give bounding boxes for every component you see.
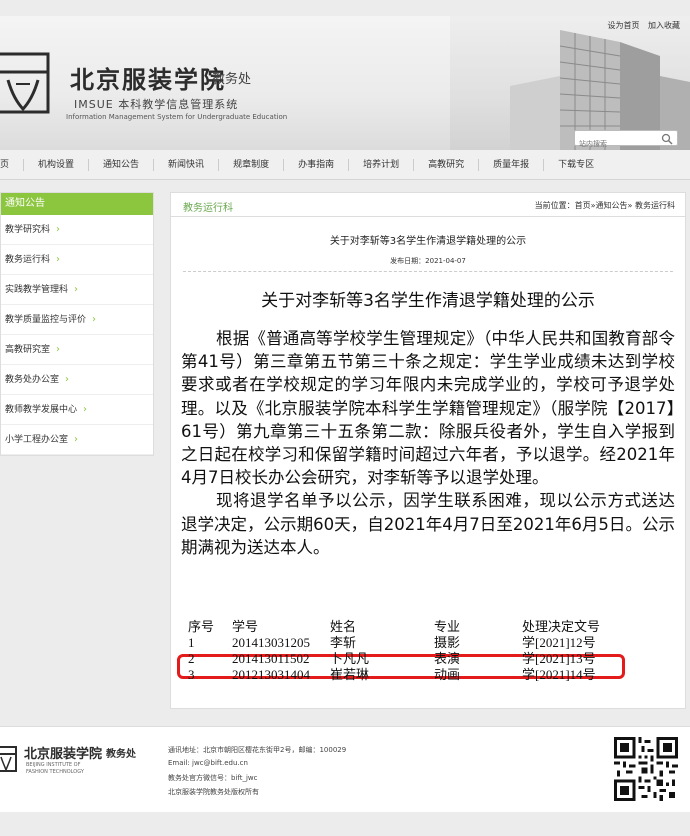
sidebar-item-practice[interactable]: 实践教学管理科 › [1, 275, 153, 305]
body-paragraph: 现将退学名单予以公示，因学生联系困难，现以公示方式送达退学决定，公示期60天，自… [181, 491, 675, 557]
chevron-right-icon: › [83, 404, 88, 415]
system-name-en: Information Management System for Underg… [66, 113, 288, 121]
table-cell: 摄影 [434, 635, 461, 650]
school-logo-icon[interactable] [0, 50, 52, 116]
table-row: 2 201413011502 卜凡凡 表演 学[2021]13号 [188, 651, 622, 667]
chevron-right-icon: › [92, 314, 97, 325]
table-cell: 学[2021]12号 [522, 635, 596, 650]
sidebar-item-label: 教务处办公室 [5, 375, 60, 385]
department-name: 教务处 [212, 72, 252, 87]
article-panel: 教务运行科 当前位置：首页»通知公告» 教务运行科 关于对李斩等3名学生作清退学… [170, 192, 686, 709]
nav-notices[interactable]: 通知公告 [88, 158, 153, 171]
table-cell: 201413011502 [232, 651, 310, 666]
sidebar-item-label: 教务运行科 [5, 255, 51, 265]
table-cell: 学[2021]13号 [522, 651, 596, 666]
table-cell: 3 [188, 667, 195, 682]
sidebar-item-operations[interactable]: 教务运行科 › [1, 245, 153, 275]
qr-code-icon [614, 737, 678, 801]
sidebar-item-teaching-research[interactable]: 教学研究科 › [1, 215, 153, 245]
chevron-right-icon: › [56, 254, 61, 265]
sidebar-item-engineering[interactable]: 小学工程办公室 › [1, 425, 153, 455]
sidebar-item-label: 教学质量监控与评价 [5, 315, 87, 325]
table-cell: 动画 [434, 667, 461, 682]
table-cell: 卜凡凡 [330, 651, 370, 666]
footer-email[interactable]: Email: jwc@bift.edu.cn [168, 759, 248, 767]
footer-school-en: BEIJING INSTITUTE OF [26, 762, 81, 768]
publish-date: 发布日期：2021-04-07 [390, 257, 466, 265]
chevron-right-icon: › [74, 284, 79, 295]
sidebar-heading: 通知公告 [1, 193, 153, 215]
sidebar-item-research-office[interactable]: 高教研究室 › [1, 335, 153, 365]
footer-address: 通讯地址：北京市朝阳区樱花东街甲2号，邮编：100029 [168, 746, 347, 754]
nav-guide[interactable]: 办事指南 [283, 158, 348, 171]
footer-copyright: 北京服装学院教务处版权所有 [168, 788, 259, 796]
main-nav: 页 机构设置 通知公告 新闻快讯 规章制度 办事指南 培养计划 高教研究 质量年… [0, 150, 690, 180]
table-header: 专业 [434, 619, 461, 634]
section-title: 教务运行科 [183, 203, 233, 214]
footer-wechat: 教务处官方微信号：bift_jwc [168, 774, 258, 782]
add-favorite-link[interactable]: 加入收藏 [648, 21, 680, 30]
search-icon[interactable] [661, 133, 673, 145]
sidebar-item-label: 教学研究科 [5, 225, 51, 235]
nav-research[interactable]: 高教研究 [413, 158, 478, 171]
table-cell: 表演 [434, 651, 461, 666]
table-cell: 201413031205 [232, 635, 310, 650]
footer-dept-name: 教务处 [106, 749, 136, 760]
top-links: 设为首页 加入收藏 [601, 20, 680, 31]
school-logo-icon [0, 746, 17, 772]
sidebar-item-label: 高教研究室 [5, 345, 51, 355]
sidebar-item-label: 小学工程办公室 [5, 435, 69, 445]
nav-downloads[interactable]: 下载专区 [543, 158, 608, 171]
nav-home[interactable]: 页 [0, 159, 23, 171]
sidebar: 通知公告 教学研究科 › 教务运行科 › 实践教学管理科 › 教学质量监控与评价 › 高… [0, 192, 154, 456]
sidebar-item-faculty-dev[interactable]: 教师教学发展中心 › [1, 395, 153, 425]
table-header-row: 序号 学号 姓名 专业 处理决定文号 [188, 619, 622, 635]
article-header-bar: 教务运行科 当前位置：首页»通知公告» 教务运行科 [171, 193, 685, 217]
table-header: 学号 [232, 619, 259, 634]
nav-organization[interactable]: 机构设置 [23, 158, 88, 171]
breadcrumb[interactable]: 当前位置：首页»通知公告» 教务运行科 [535, 200, 675, 211]
student-table: 序号 学号 姓名 专业 处理决定文号 1 201413031205 李斩 摄影 … [188, 619, 622, 683]
article-title: 关于对李斩等3名学生作清退学籍处理的公示 [329, 236, 527, 247]
table-header: 序号 [188, 619, 215, 634]
table-cell: 2 [188, 651, 195, 666]
divider [183, 271, 673, 272]
nav-training-plan[interactable]: 培养计划 [348, 158, 413, 171]
school-name: 北京服装学院 [70, 65, 226, 94]
nav-regulations[interactable]: 规章制度 [218, 158, 283, 171]
body-paragraph: 根据《普通高等学校学生管理规定》（中华人民共和国教育部令第41号）第三章第五节第… [181, 329, 675, 488]
sidebar-item-label: 实践教学管理科 [5, 285, 69, 295]
footer-school-name: 北京服装学院 [24, 747, 103, 762]
sidebar-item-office[interactable]: 教务处办公室 › [1, 365, 153, 395]
set-homepage-link[interactable]: 设为首页 [607, 21, 639, 30]
nav-quality-report[interactable]: 质量年报 [478, 158, 543, 171]
search-input[interactable] [575, 137, 655, 150]
table-row: 1 201413031205 李斩 摄影 学[2021]12号 [188, 635, 622, 651]
footer-school-en: FASHION TECHNOLOGY [26, 769, 84, 775]
sidebar-item-quality[interactable]: 教学质量监控与评价 › [1, 305, 153, 335]
table-cell: 学[2021]14号 [522, 667, 596, 682]
body-title: 关于对李斩等3名学生作清退学籍处理的公示 [261, 291, 595, 311]
chevron-right-icon: › [56, 344, 61, 355]
table-row: 3 201213031404 崔若琳 动画 学[2021]14号 [188, 667, 622, 683]
site-footer: 北京服装学院 教务处 BEIJING INSTITUTE OF FASHION … [0, 726, 690, 812]
system-name: IMSUE 本科教学信息管理系统 [74, 98, 239, 111]
chevron-right-icon: › [65, 374, 70, 385]
table-cell: 崔若琳 [330, 667, 370, 682]
chevron-right-icon: › [56, 224, 61, 235]
chevron-right-icon: › [74, 434, 79, 445]
table-cell: 李斩 [330, 635, 357, 650]
table-cell: 201213031404 [232, 667, 310, 682]
sidebar-item-label: 教师教学发展中心 [5, 405, 78, 415]
nav-news[interactable]: 新闻快讯 [153, 158, 218, 171]
search-box [574, 130, 678, 150]
site-header: 北京服装学院 教务处 IMSUE 本科教学信息管理系统 Information … [0, 16, 690, 150]
table-header: 处理决定文号 [522, 619, 601, 634]
table-cell: 1 [188, 635, 195, 650]
table-header: 姓名 [330, 619, 357, 634]
